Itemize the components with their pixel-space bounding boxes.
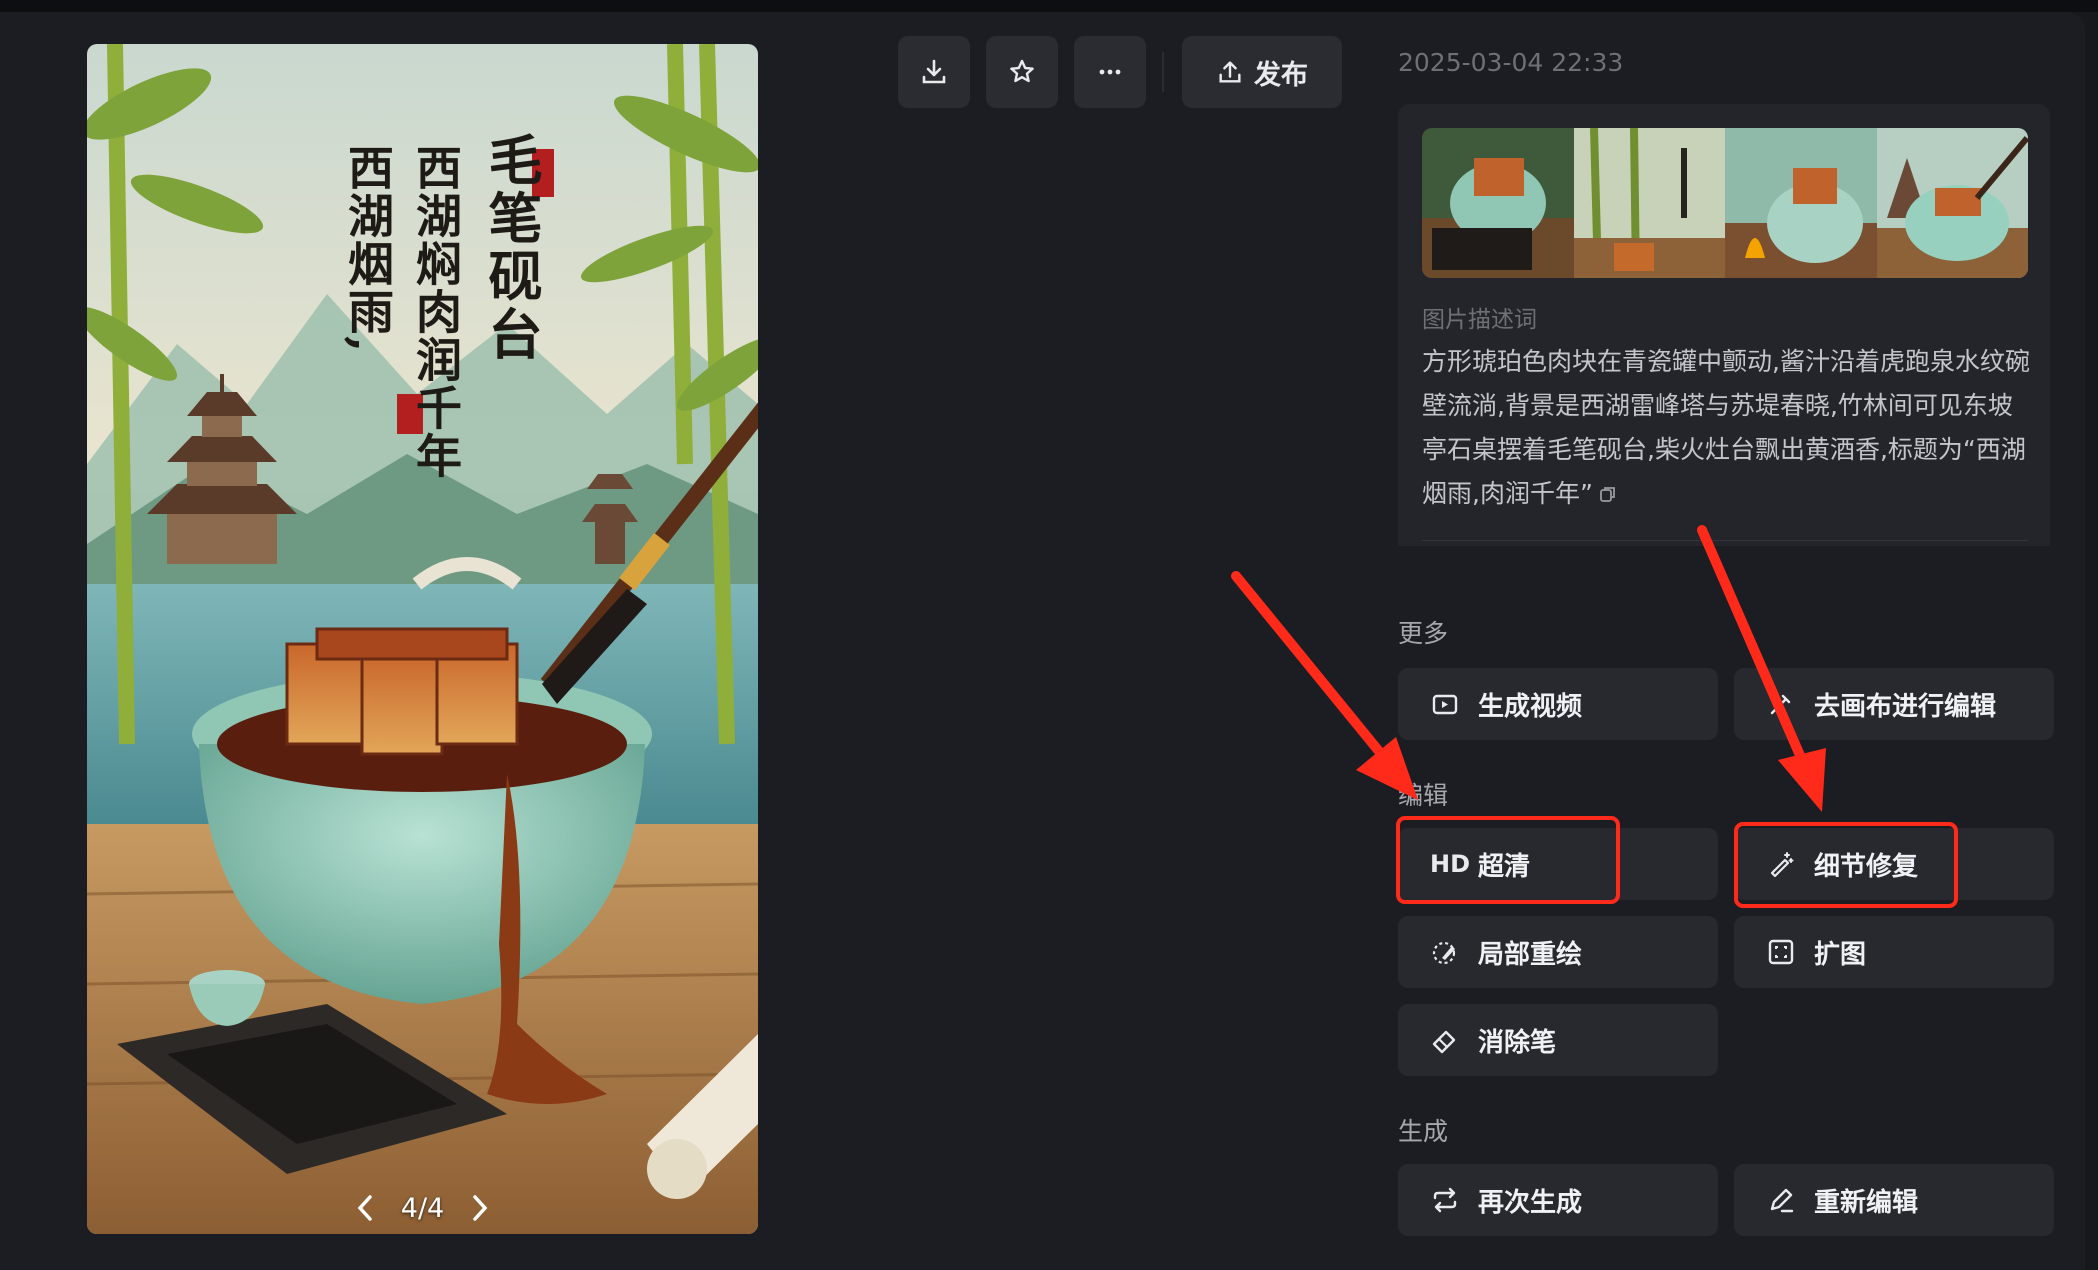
highlight-box-upscale: [1396, 816, 1620, 904]
download-icon: [922, 59, 946, 84]
video-icon: [1430, 689, 1460, 719]
more-button[interactable]: [1074, 36, 1146, 108]
thumbnail-1[interactable]: [1422, 128, 1574, 278]
copy-icon[interactable]: [1599, 473, 1617, 517]
eraser-label: 消除笔: [1478, 1027, 1557, 1058]
top-edge: [0, 0, 2098, 12]
inpaint-button[interactable]: 局部重绘: [1398, 916, 1718, 988]
regenerate-label: 再次生成: [1478, 1187, 1583, 1218]
eraser-button[interactable]: 消除笔: [1398, 1004, 1718, 1076]
expand-frame-icon: [1766, 937, 1796, 967]
pencil-icon: [1766, 1185, 1796, 1215]
canvas-edit-label: 去画布进行编辑: [1814, 691, 1997, 722]
image-pager: 4/4: [87, 1186, 758, 1230]
page-indicator: 4/4: [400, 1192, 445, 1224]
inpaint-label: 局部重绘: [1478, 939, 1583, 970]
thumbnail-2[interactable]: [1573, 128, 1726, 278]
toolbar-divider: [1162, 52, 1164, 92]
description-text[interactable]: 方形琥珀色肉块在青瓷罐中颤动,酱汁沿着虎跑泉水纹碗壁流淌,背景是西湖雷峰塔与苏堤…: [1422, 340, 2032, 517]
download-button[interactable]: [898, 36, 970, 108]
section-more-title: 更多: [1398, 619, 1449, 648]
favorite-button[interactable]: [986, 36, 1058, 108]
inpaint-brush-icon: [1430, 937, 1460, 967]
section-generate-title: 生成: [1398, 1117, 1449, 1146]
card-divider: [1422, 540, 2028, 541]
outpaint-button[interactable]: 扩图: [1734, 916, 2054, 988]
chevron-left-icon[interactable]: [347, 1190, 383, 1226]
section-edit-title: 编辑: [1398, 781, 1449, 810]
highlight-box-detail-repair: [1734, 822, 1958, 908]
chevron-right-icon[interactable]: [462, 1190, 498, 1226]
regenerate-button[interactable]: 再次生成: [1398, 1164, 1718, 1236]
poster-title-1: 毛笔砚台: [479, 132, 543, 364]
more-icon: [1099, 69, 1121, 75]
publish-button[interactable]: 发布: [1182, 36, 1342, 108]
generate-video-button[interactable]: 生成视频: [1398, 668, 1718, 740]
outpaint-label: 扩图: [1814, 939, 1867, 970]
description-body: 方形琥珀色肉块在青瓷罐中颤动,酱汁沿着虎跑泉水纹碗壁流淌,背景是西湖雷峰塔与苏堤…: [1422, 347, 2030, 508]
poster-title-3: 西湖烟雨,: [341, 144, 395, 355]
canvas-edit-icon: [1766, 689, 1796, 719]
created-timestamp: 2025-03-04 22:33: [1398, 48, 1624, 77]
star-icon: [1010, 59, 1034, 83]
canvas-edit-button[interactable]: 去画布进行编辑: [1734, 668, 2054, 740]
prompt-info-card: 图片描述词 方形琥珀色肉块在青瓷罐中颤动,酱汁沿着虎跑泉水纹碗壁流淌,背景是西湖…: [1398, 104, 2050, 546]
thumbnail-strip: [1422, 128, 2028, 278]
generate-video-label: 生成视频: [1478, 691, 1583, 722]
re-edit-label: 重新编辑: [1814, 1187, 1919, 1218]
generated-image-preview[interactable]: 毛笔砚台 西湖焖肉润千年 西湖烟雨, 4/4: [87, 44, 758, 1234]
eraser-icon: [1430, 1025, 1460, 1055]
upload-icon: [1219, 61, 1241, 83]
description-label: 图片描述词: [1422, 307, 1537, 333]
re-edit-button[interactable]: 重新编辑: [1734, 1164, 2054, 1236]
refresh-icon: [1430, 1185, 1460, 1215]
thumbnail-4[interactable]: [1876, 128, 2028, 278]
publish-label: 发布: [1254, 59, 1308, 91]
poster-title-2: 西湖焖肉润千年: [409, 144, 463, 480]
thumbnail-3[interactable]: [1725, 128, 1877, 278]
